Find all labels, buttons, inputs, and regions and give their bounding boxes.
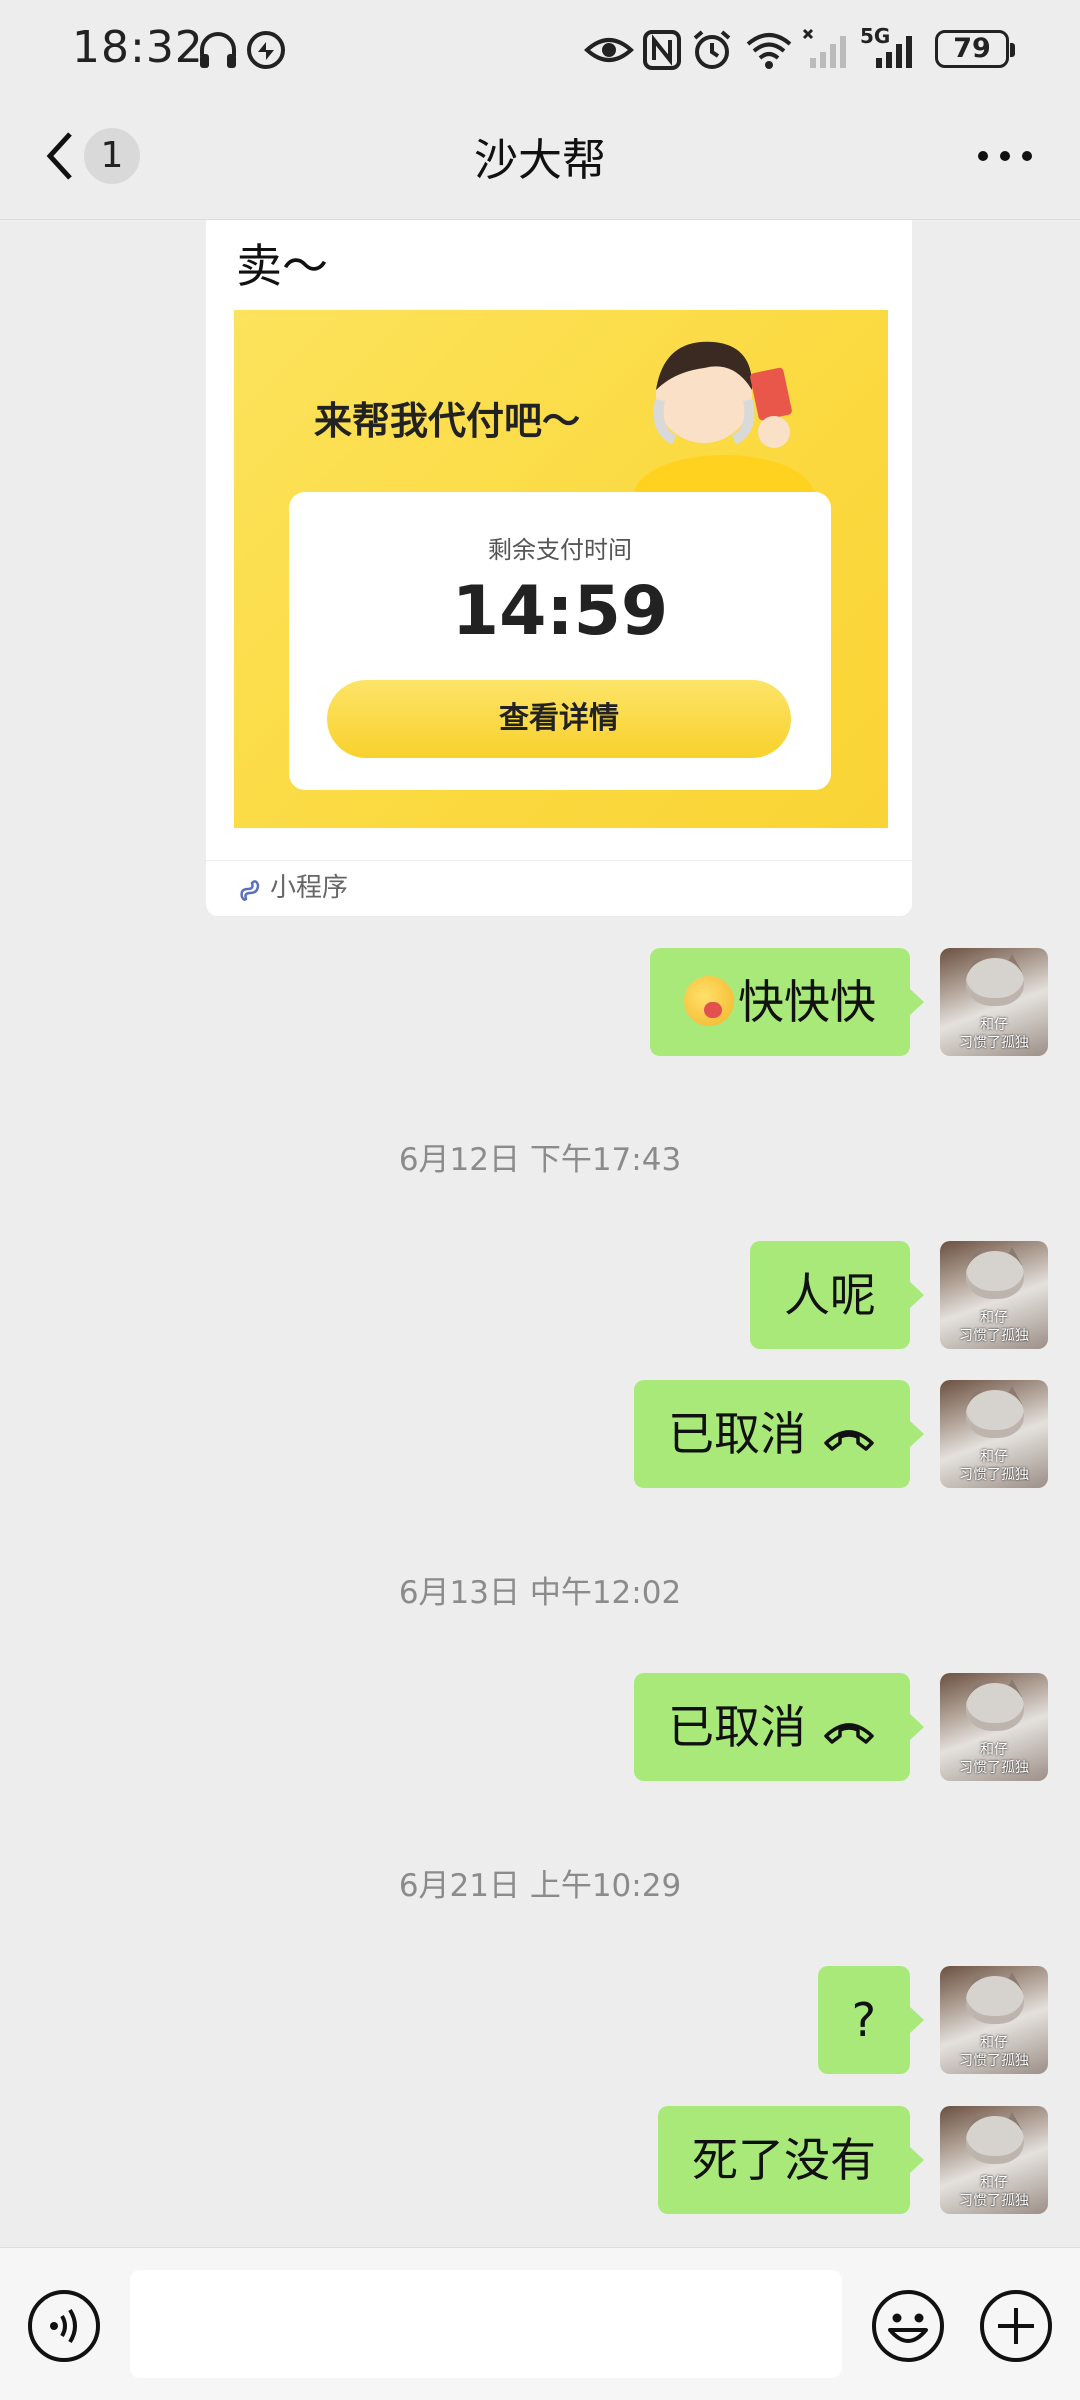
message-text: 人呢 (784, 1268, 876, 1322)
avatar-caption: 习惯了孤独 (959, 2053, 1029, 2069)
avatar-caption: 和仔 (980, 1017, 1008, 1033)
message-row: 快快快 和仔 习惯了孤独 (0, 948, 1080, 1058)
add-attachment-icon[interactable] (978, 2288, 1054, 2364)
avatar[interactable]: 和仔 习惯了孤独 (940, 2106, 1048, 2214)
nfc-icon (643, 30, 681, 70)
more-options-icon[interactable] (975, 146, 1035, 166)
message-input-bar (0, 2247, 1080, 2400)
chat-title: 沙大帮 (474, 135, 606, 186)
face-with-tongue-emoji (684, 976, 734, 1026)
message-text: ? (851, 1993, 876, 2047)
message-text: 快快快 (738, 975, 876, 1029)
remaining-time-label: 剩余支付时间 (488, 536, 632, 564)
card-image: 来帮我代付吧～ 剩余支付时间 14:59 查看详情 (234, 310, 888, 828)
countdown-timer: 14:59 (451, 572, 669, 651)
message-bubble[interactable]: 快快快 (650, 948, 924, 1056)
avatar[interactable]: 和仔 习惯了孤独 (940, 1673, 1048, 1781)
avatar[interactable]: 和仔 习惯了孤独 (940, 1966, 1048, 2074)
emoji-icon[interactable] (870, 2288, 946, 2364)
avatar-caption: 习惯了孤独 (959, 1328, 1029, 1344)
voice-call-cancelled-bubble[interactable]: 已取消 (634, 1673, 924, 1781)
avatar[interactable]: 和仔 习惯了孤独 (940, 1241, 1048, 1349)
message-timestamp: 6月12日 下午17:43 (398, 1142, 682, 1178)
cartoon-character-illustration (634, 341, 814, 500)
card-divider (206, 860, 912, 861)
status-time: 18:32 (72, 22, 204, 73)
wifi-icon (746, 33, 792, 69)
phone-hangup-icon (824, 1722, 874, 1744)
avatar[interactable]: 和仔 习惯了孤独 (940, 1380, 1048, 1488)
message-text-input[interactable] (130, 2270, 842, 2378)
view-details-button[interactable]: 查看详情 (327, 680, 791, 758)
message-row: 人呢 和仔 习惯了孤独 (0, 1241, 1080, 1351)
message-row: ? 和仔 习惯了孤独 (0, 1966, 1080, 2076)
avatar[interactable]: 和仔 习惯了孤独 (940, 948, 1048, 1056)
message-text: 已取消 (668, 1700, 806, 1754)
card-headline: 来帮我代付吧～ (314, 399, 581, 443)
battery-indicator: 79 (935, 30, 1015, 68)
message-row: 已取消 和仔 习惯了孤独 (0, 1673, 1080, 1783)
chat-message-list[interactable]: 卖～ 来帮我代付吧～ 剩余支付时间 14:59 查看详情 小程序 快快快 和仔 … (0, 220, 1080, 2247)
card-message-text: 卖～ (236, 239, 328, 293)
voice-call-cancelled-bubble[interactable]: 已取消 (634, 1380, 924, 1488)
signal-strength-icon (876, 36, 912, 68)
avatar-caption: 和仔 (980, 1742, 1008, 1758)
message-bubble[interactable]: ? (817, 1966, 925, 2074)
phone-hangup-icon (824, 1429, 874, 1451)
message-bubble[interactable]: 人呢 (750, 1241, 924, 1349)
status-bar: 18:32 5G 79 (0, 0, 1080, 96)
voice-input-icon[interactable] (26, 2288, 102, 2364)
signal-no-service-icon (802, 28, 846, 68)
message-row: 死了没有 和仔 习惯了孤独 (0, 2106, 1080, 2216)
avatar-caption: 习惯了孤独 (959, 2193, 1029, 2209)
message-row: 已取消 和仔 习惯了孤独 (0, 1380, 1080, 1490)
avatar-caption: 和仔 (980, 1310, 1008, 1326)
message-timestamp: 6月21日 上午10:29 (398, 1868, 682, 1904)
avatar-caption: 习惯了孤独 (959, 1760, 1029, 1776)
avatar-caption: 和仔 (980, 2035, 1008, 2051)
eye-icon (584, 38, 634, 62)
mini-program-label: 小程序 (270, 873, 349, 903)
data-saver-icon (247, 31, 285, 69)
headphones-icon (200, 32, 236, 68)
mini-program-card[interactable]: 卖～ 来帮我代付吧～ 剩余支付时间 14:59 查看详情 小程序 (206, 220, 912, 916)
avatar-caption: 习惯了孤独 (959, 1467, 1029, 1483)
message-text: 已取消 (668, 1407, 806, 1461)
message-timestamp: 6月13日 中午12:02 (398, 1575, 682, 1611)
alarm-icon (693, 30, 731, 69)
avatar-caption: 和仔 (980, 2175, 1008, 2191)
avatar-caption: 习惯了孤独 (959, 1035, 1029, 1051)
mini-program-footer: 小程序 (236, 868, 348, 908)
message-bubble[interactable]: 死了没有 (658, 2106, 924, 2214)
message-text: 死了没有 (692, 2133, 876, 2187)
chat-header: 1 沙大帮 (0, 96, 1080, 220)
payment-panel: 剩余支付时间 14:59 查看详情 (289, 492, 831, 790)
avatar-caption: 和仔 (980, 1449, 1008, 1465)
mini-program-icon (240, 879, 260, 901)
